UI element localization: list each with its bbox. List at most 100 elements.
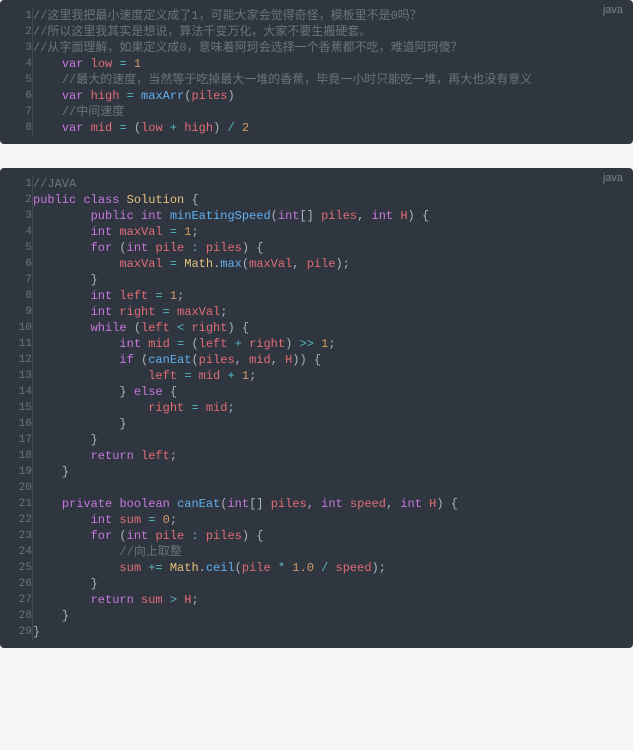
language-label: java bbox=[603, 4, 623, 16]
code-content: left = mid + 1; bbox=[33, 368, 633, 384]
line-number: 14 bbox=[0, 384, 33, 400]
code-body-2: 1//JAVA2public class Solution {3 public … bbox=[0, 176, 633, 640]
code-block-1: java 1//这里我把最小速度定义成了1，可能大家会觉得奇怪，模板里不是0吗？… bbox=[0, 0, 633, 144]
line-number: 7 bbox=[0, 104, 33, 120]
code-line: 7 //中间速度 bbox=[0, 104, 633, 120]
line-number: 3 bbox=[0, 40, 33, 56]
code-line: 13 left = mid + 1; bbox=[0, 368, 633, 384]
line-number: 5 bbox=[0, 240, 33, 256]
line-number: 6 bbox=[0, 256, 33, 272]
code-content: public class Solution { bbox=[33, 192, 633, 208]
line-number: 2 bbox=[0, 192, 33, 208]
code-line: 27 return sum > H; bbox=[0, 592, 633, 608]
line-number: 27 bbox=[0, 592, 33, 608]
line-number: 11 bbox=[0, 336, 33, 352]
language-label: java bbox=[603, 172, 623, 184]
code-content: int sum = 0; bbox=[33, 512, 633, 528]
code-content: int maxVal = 1; bbox=[33, 224, 633, 240]
code-content: if (canEat(piles, mid, H)) { bbox=[33, 352, 633, 368]
code-content: return sum > H; bbox=[33, 592, 633, 608]
code-line: 3//从字面理解，如果定义成0，意味着阿珂会选择一个香蕉都不吃，难道阿珂傻？ bbox=[0, 40, 633, 56]
code-content: public int minEatingSpeed(int[] piles, i… bbox=[33, 208, 633, 224]
code-content: } bbox=[33, 272, 633, 288]
code-content: int left = 1; bbox=[33, 288, 633, 304]
line-number: 17 bbox=[0, 432, 33, 448]
code-line: 5 for (int pile : piles) { bbox=[0, 240, 633, 256]
line-number: 16 bbox=[0, 416, 33, 432]
code-line: 15 right = mid; bbox=[0, 400, 633, 416]
code-line: 14 } else { bbox=[0, 384, 633, 400]
code-content: var low = 1 bbox=[33, 56, 633, 72]
code-content: } bbox=[33, 576, 633, 592]
line-number: 24 bbox=[0, 544, 33, 560]
code-content: while (left < right) { bbox=[33, 320, 633, 336]
code-line: 29} bbox=[0, 624, 633, 640]
line-number: 29 bbox=[0, 624, 33, 640]
code-content: for (int pile : piles) { bbox=[33, 240, 633, 256]
line-number: 1 bbox=[0, 176, 33, 192]
code-line: 16 } bbox=[0, 416, 633, 432]
line-number: 7 bbox=[0, 272, 33, 288]
line-number: 23 bbox=[0, 528, 33, 544]
code-table: 1//JAVA2public class Solution {3 public … bbox=[0, 176, 633, 640]
code-content: return left; bbox=[33, 448, 633, 464]
code-line: 1//JAVA bbox=[0, 176, 633, 192]
code-line: 22 int sum = 0; bbox=[0, 512, 633, 528]
code-content: var high = maxArr(piles) bbox=[33, 88, 633, 104]
code-line: 12 if (canEat(piles, mid, H)) { bbox=[0, 352, 633, 368]
code-line: 17 } bbox=[0, 432, 633, 448]
code-line: 11 int mid = (left + right) >> 1; bbox=[0, 336, 633, 352]
line-number: 21 bbox=[0, 496, 33, 512]
code-line: 10 while (left < right) { bbox=[0, 320, 633, 336]
code-line: 5 //最大的速度，当然等于吃掉最大一堆的香蕉，毕竟一小时只能吃一堆，再大也没有… bbox=[0, 72, 633, 88]
code-line: 4 int maxVal = 1; bbox=[0, 224, 633, 240]
line-number: 25 bbox=[0, 560, 33, 576]
code-line: 9 int right = maxVal; bbox=[0, 304, 633, 320]
line-number: 15 bbox=[0, 400, 33, 416]
code-content: right = mid; bbox=[33, 400, 633, 416]
code-line: 25 sum += Math.ceil(pile * 1.0 / speed); bbox=[0, 560, 633, 576]
code-line: 8 var mid = (low + high) / 2 bbox=[0, 120, 633, 136]
code-line: 18 return left; bbox=[0, 448, 633, 464]
line-number: 8 bbox=[0, 288, 33, 304]
code-table: 1//这里我把最小速度定义成了1，可能大家会觉得奇怪，模板里不是0吗？2//所以… bbox=[0, 8, 633, 136]
code-content: } bbox=[33, 464, 633, 480]
line-number: 20 bbox=[0, 480, 33, 496]
code-content: //从字面理解，如果定义成0，意味着阿珂会选择一个香蕉都不吃，难道阿珂傻？ bbox=[33, 40, 633, 56]
line-number: 22 bbox=[0, 512, 33, 528]
code-line: 1//这里我把最小速度定义成了1，可能大家会觉得奇怪，模板里不是0吗？ bbox=[0, 8, 633, 24]
code-line: 19 } bbox=[0, 464, 633, 480]
line-number: 10 bbox=[0, 320, 33, 336]
line-number: 19 bbox=[0, 464, 33, 480]
code-line: 21 private boolean canEat(int[] piles, i… bbox=[0, 496, 633, 512]
code-line: 2//所以这里我其实是想说，算法千变万化，大家不要生搬硬套。 bbox=[0, 24, 633, 40]
code-content: sum += Math.ceil(pile * 1.0 / speed); bbox=[33, 560, 633, 576]
code-line: 23 for (int pile : piles) { bbox=[0, 528, 633, 544]
code-content: } bbox=[33, 608, 633, 624]
code-line: 7 } bbox=[0, 272, 633, 288]
code-line: 26 } bbox=[0, 576, 633, 592]
code-content: //向上取整 bbox=[33, 544, 633, 560]
line-number: 8 bbox=[0, 120, 33, 136]
code-content: //中间速度 bbox=[33, 104, 633, 120]
code-body-1: 1//这里我把最小速度定义成了1，可能大家会觉得奇怪，模板里不是0吗？2//所以… bbox=[0, 8, 633, 136]
code-content: } bbox=[33, 416, 633, 432]
line-number: 12 bbox=[0, 352, 33, 368]
line-number: 3 bbox=[0, 208, 33, 224]
line-number: 2 bbox=[0, 24, 33, 40]
code-content: //所以这里我其实是想说，算法千变万化，大家不要生搬硬套。 bbox=[33, 24, 633, 40]
code-content: } else { bbox=[33, 384, 633, 400]
line-number: 18 bbox=[0, 448, 33, 464]
code-content: for (int pile : piles) { bbox=[33, 528, 633, 544]
code-content bbox=[33, 480, 633, 496]
line-number: 28 bbox=[0, 608, 33, 624]
code-content: int mid = (left + right) >> 1; bbox=[33, 336, 633, 352]
code-line: 8 int left = 1; bbox=[0, 288, 633, 304]
line-number: 4 bbox=[0, 56, 33, 72]
code-content: int right = maxVal; bbox=[33, 304, 633, 320]
code-line: 20 bbox=[0, 480, 633, 496]
code-content: //最大的速度，当然等于吃掉最大一堆的香蕉，毕竟一小时只能吃一堆，再大也没有意义 bbox=[33, 72, 633, 88]
line-number: 6 bbox=[0, 88, 33, 104]
code-content: //这里我把最小速度定义成了1，可能大家会觉得奇怪，模板里不是0吗？ bbox=[33, 8, 633, 24]
code-content: } bbox=[33, 432, 633, 448]
